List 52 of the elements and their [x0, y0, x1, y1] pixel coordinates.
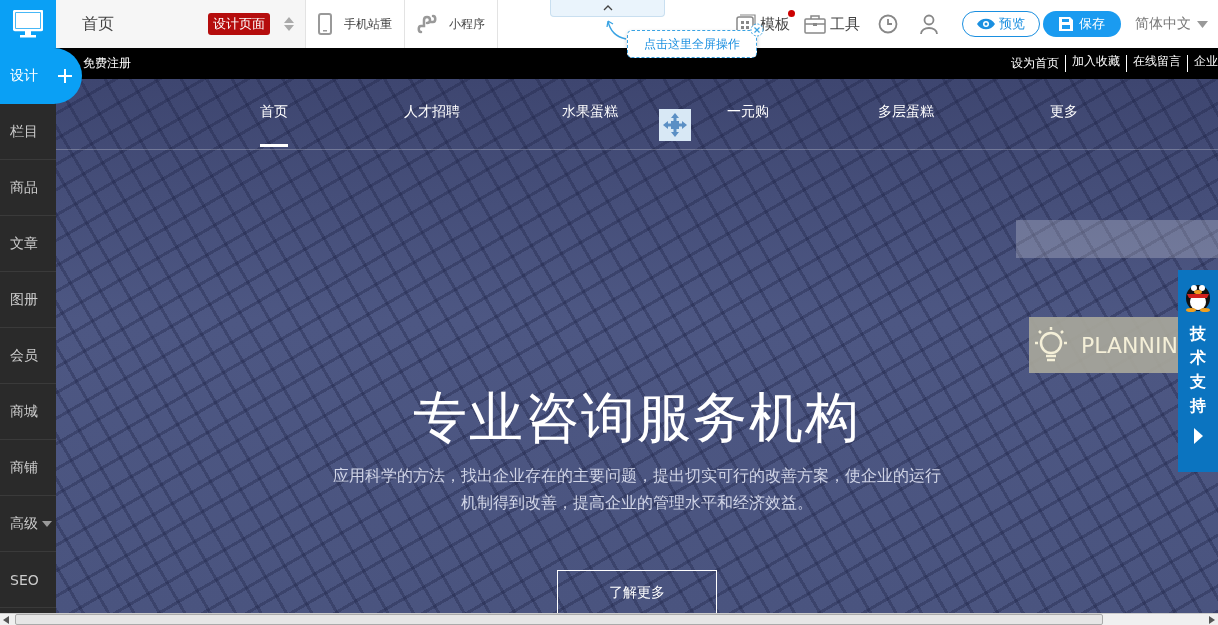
save-icon: [1059, 17, 1073, 31]
hero-description: 应用科学的方法，找出企业存在的主要问题，提出切实可行的改善方案，使企业的运行机制得到改善，提高企业的管理水平和经济效益。: [332, 465, 942, 514]
sidebar-item[interactable]: 文章: [0, 216, 56, 272]
tech-support-label: 技术支持: [1190, 323, 1206, 417]
sort-arrows-icon[interactable]: [284, 17, 294, 31]
sidebar-item[interactable]: 商城: [0, 384, 56, 440]
sidebar-item[interactable]: 商品: [0, 160, 56, 216]
preview-button[interactable]: 预览: [962, 11, 1040, 37]
hero-headline: 专业咨询服务机构: [413, 386, 861, 450]
language-dropdown[interactable]: 简体中文: [1135, 15, 1208, 33]
header-link[interactable]: 加入收藏: [1065, 55, 1120, 72]
header-link[interactable]: 企业: [1187, 55, 1218, 72]
link-icon: [417, 14, 437, 34]
sidebar-item[interactable]: 商铺: [0, 440, 56, 496]
scroll-left-icon[interactable]: [3, 615, 9, 624]
horizontal-scrollbar[interactable]: [0, 613, 1218, 625]
briefcase-icon: [804, 14, 826, 34]
register-link[interactable]: 免费注册: [83, 55, 131, 72]
eye-icon: [977, 18, 995, 30]
fullscreen-tooltip: 点击这里全屏操作: [627, 30, 757, 58]
tech-support-panel[interactable]: 技术支持: [1178, 270, 1218, 472]
caret-icon: [1197, 20, 1208, 28]
page-type-tag: 设计页面: [208, 13, 270, 35]
header-link[interactable]: 在线留言: [1126, 55, 1181, 72]
monitor-icon: [13, 10, 43, 38]
sidebar-item[interactable]: 高级: [0, 496, 56, 552]
planning-label: PLANNIN: [1081, 332, 1178, 358]
nav-link[interactable]: 人才招聘: [404, 101, 460, 147]
history-clock-icon[interactable]: [878, 14, 898, 34]
sidebar-item[interactable]: 栏目: [0, 104, 56, 160]
curved-arrow-icon: [606, 19, 628, 41]
monitor-logo-tile[interactable]: [0, 0, 56, 48]
sidebar-item[interactable]: SEO: [0, 552, 56, 608]
chevron-up-icon: [602, 5, 613, 11]
nav-link[interactable]: 首页: [260, 101, 288, 147]
header-link[interactable]: 设为首页: [1011, 55, 1059, 72]
play-arrow-icon: [1193, 428, 1203, 444]
move-handle-icon[interactable]: [659, 109, 691, 141]
sidebar-item[interactable]: 会员: [0, 328, 56, 384]
plus-icon: [58, 69, 72, 83]
caret-icon: [42, 520, 52, 527]
phone-icon: [318, 13, 332, 35]
page-title: 首页: [82, 13, 115, 35]
nav-link[interactable]: 水果蛋糕: [562, 101, 618, 147]
scrollbar-thumb[interactable]: [15, 614, 1103, 625]
user-icon[interactable]: [920, 14, 938, 34]
scroll-right-icon[interactable]: [1209, 615, 1215, 624]
tools-button[interactable]: 工具: [804, 14, 860, 34]
nav-link[interactable]: 一元购: [727, 101, 769, 147]
nav-link[interactable]: 多层蛋糕: [878, 101, 934, 147]
nav-link[interactable]: 更多: [1050, 101, 1078, 147]
sidebar-item[interactable]: 图册: [0, 272, 56, 328]
